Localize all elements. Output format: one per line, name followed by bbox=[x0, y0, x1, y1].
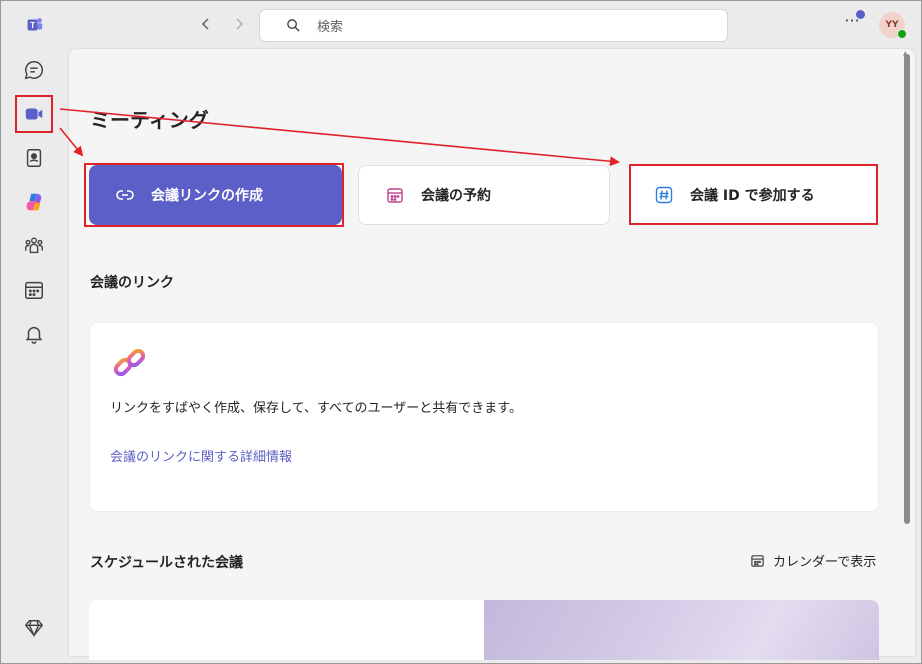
view-in-calendar-button[interactable]: カレンダーで表示 bbox=[750, 551, 876, 570]
meeting-links-heading: 会議のリンク bbox=[90, 275, 174, 291]
meeting-links-card bbox=[89, 322, 879, 512]
presence-available-icon bbox=[897, 29, 907, 39]
scheduled-meetings-card bbox=[89, 600, 879, 660]
contacts-icon[interactable] bbox=[17, 141, 51, 175]
chat-icon[interactable] bbox=[17, 53, 51, 87]
scrollbar[interactable] bbox=[904, 54, 910, 524]
schedule-meeting-button[interactable]: 会議の予約 bbox=[358, 165, 610, 225]
premium-diamond-icon[interactable] bbox=[17, 611, 51, 645]
scheduled-meetings-illustration bbox=[484, 600, 879, 660]
teams-logo-icon: T bbox=[17, 8, 51, 42]
calendar-icon bbox=[751, 555, 764, 567]
create-meeting-link-label: 会議リンクの作成 bbox=[151, 188, 263, 204]
search-input[interactable]: 検索 bbox=[259, 9, 728, 42]
communities-icon[interactable] bbox=[17, 229, 51, 263]
scheduled-meetings-heading: スケジュールされた会議 bbox=[90, 555, 244, 571]
chain-link-icon bbox=[112, 347, 150, 387]
notification-dot bbox=[856, 10, 865, 19]
bell-icon[interactable] bbox=[17, 317, 51, 351]
svg-text:T: T bbox=[30, 21, 35, 30]
app-rail: T bbox=[0, 0, 68, 664]
search-icon bbox=[287, 19, 300, 32]
meeting-links-learn-more-link[interactable]: 会議のリンクに関する詳細情報 bbox=[110, 446, 292, 465]
page-title: ミーティング bbox=[90, 108, 209, 132]
view-in-calendar-label: カレンダーで表示 bbox=[773, 555, 877, 570]
calendar-icon[interactable] bbox=[17, 273, 51, 307]
link-icon bbox=[115, 185, 135, 205]
hashtag-icon bbox=[654, 185, 674, 205]
create-meeting-link-button[interactable]: 会議リンクの作成 bbox=[89, 165, 342, 225]
avatar-initials: YY bbox=[885, 20, 899, 30]
join-with-id-button[interactable]: 会議 ID で参加する bbox=[628, 165, 878, 225]
copilot-icon[interactable] bbox=[17, 185, 51, 219]
search-placeholder: 検索 bbox=[317, 20, 344, 35]
forward-icon[interactable] bbox=[229, 14, 249, 34]
back-icon[interactable] bbox=[196, 14, 216, 34]
meet-icon[interactable] bbox=[15, 95, 53, 133]
calendar-add-icon bbox=[385, 185, 405, 205]
meeting-links-description: リンクをすばやく作成、保存して、すべてのユーザーと共有できます。 bbox=[110, 401, 522, 416]
join-with-id-label: 会議 ID で参加する bbox=[690, 188, 815, 204]
schedule-meeting-label: 会議の予約 bbox=[421, 188, 491, 204]
